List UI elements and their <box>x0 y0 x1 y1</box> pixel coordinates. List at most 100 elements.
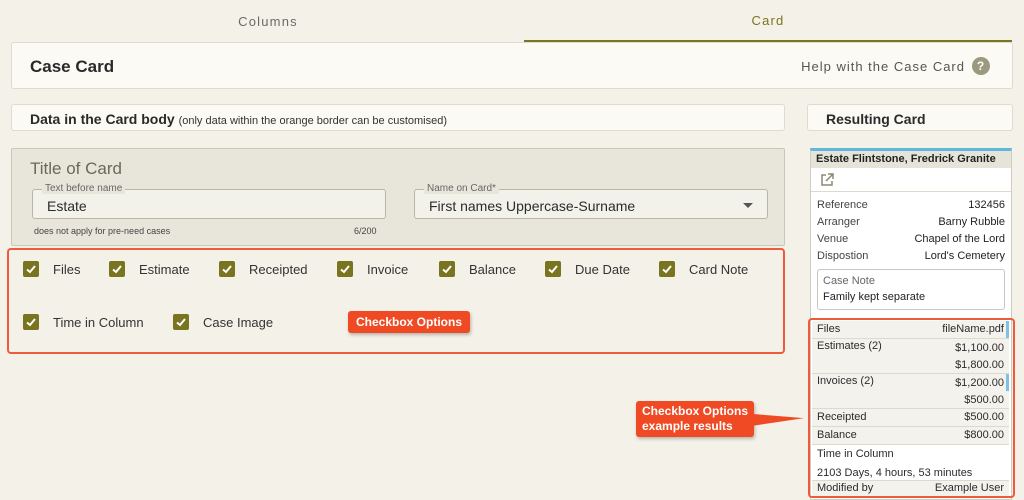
checkbox-case-image[interactable]: Case Image <box>173 314 273 330</box>
card-row: Reference 132456 <box>817 199 1005 211</box>
result-receipted: Receipted $500.00 <box>812 409 1009 426</box>
name-on-card-value: First names Uppercase-Surname <box>429 198 636 214</box>
result-card-title: Estate Flintstone, Fredrick Granite <box>811 151 1011 168</box>
checkbox-options-panel: Files Estimate Receipted Invoice Balance… <box>7 248 785 354</box>
chevron-down-icon[interactable] <box>743 203 753 208</box>
result-key: Invoices (2) <box>817 375 874 387</box>
help-link[interactable]: Help with the Case Card ? <box>801 57 990 75</box>
page-title: Case Card <box>30 57 115 76</box>
divider <box>811 191 1011 192</box>
checkbox-invoice[interactable]: Invoice <box>337 261 408 277</box>
callout-checkbox-options: Checkbox Options <box>348 311 470 333</box>
tab-columns[interactable]: Columns <box>12 0 524 42</box>
title-of-card-panel: Title of Card Text before name Estate Na… <box>11 148 785 246</box>
checkbox-checked-icon[interactable] <box>109 261 125 277</box>
tab-bar: Columns Card <box>0 0 1024 42</box>
scroll-indicator <box>1006 321 1009 338</box>
checkbox-label: Card Note <box>689 261 749 277</box>
result-value: Example User <box>934 482 1004 494</box>
checkbox-label: Receipted <box>249 261 308 277</box>
checkbox-receipted[interactable]: Receipted <box>219 261 308 277</box>
result-key: Balance <box>817 429 857 441</box>
checkbox-label: Estimate <box>139 261 190 277</box>
case-card-header: Case Card Help with the Case Card ? <box>11 42 1013 89</box>
scroll-indicator <box>1006 374 1009 391</box>
checkbox-checked-icon[interactable] <box>219 261 235 277</box>
result-estimates: Estimates (2) $1,100.00 $1,800.00 <box>812 339 1009 373</box>
char-counter: 6/200 <box>354 226 377 236</box>
row-key: Reference <box>817 199 868 211</box>
card-row: Venue Chapel of the Lord <box>817 233 1005 245</box>
result-value: $1,200.00 <box>955 377 1004 389</box>
row-key: Dispostion <box>817 250 869 262</box>
result-invoices: Invoices (2) $1,200.00 $500.00 <box>812 374 1009 408</box>
checkbox-checked-icon[interactable] <box>439 261 455 277</box>
result-key: Time in Column <box>817 448 894 460</box>
checkbox-due-date[interactable]: Due Date <box>545 261 630 277</box>
checkbox-label: Balance <box>469 261 516 277</box>
callout-line: Checkbox Options <box>642 404 749 418</box>
row-key: Arranger <box>817 216 860 228</box>
text-before-name-value: Estate <box>47 198 87 214</box>
result-value: fileName.pdf <box>942 323 1004 335</box>
checkbox-label: Time in Column <box>53 314 144 330</box>
result-value: $1,100.00 <box>955 342 1004 354</box>
checkbox-checked-icon[interactable] <box>173 314 189 330</box>
case-note-label: Case Note <box>823 275 875 287</box>
divider <box>812 444 1009 445</box>
result-value: $1,800.00 <box>955 359 1004 371</box>
result-files: Files fileName.pdf <box>812 321 1009 338</box>
name-on-card-label: Name on Card* <box>424 183 499 194</box>
checkbox-balance[interactable]: Balance <box>439 261 516 277</box>
name-on-card-select[interactable]: Name on Card* First names Uppercase-Surn… <box>414 183 768 219</box>
question-circle-icon[interactable]: ? <box>972 57 990 75</box>
checkbox-checked-icon[interactable] <box>23 261 39 277</box>
checkbox-label: Due Date <box>575 261 630 277</box>
card-row: Dispostion Lord's Cemetery <box>817 250 1005 262</box>
data-section-title: Data in the Card body <box>30 111 175 127</box>
checkbox-label: Case Image <box>203 314 274 330</box>
result-key: Files <box>817 323 841 335</box>
checkbox-label: Invoice <box>367 261 409 277</box>
row-value: Chapel of the Lord <box>914 233 1005 245</box>
card-row: Arranger Barny Rubble <box>817 216 1005 228</box>
data-section-subtitle: (only data within the orange border can … <box>178 115 448 127</box>
result-key: Estimates (2) <box>817 340 882 352</box>
row-value: Lord's Cemetery <box>924 250 1005 262</box>
callout-line: example results <box>642 419 733 433</box>
callout-arrow-icon <box>752 412 804 426</box>
checkbox-checked-icon[interactable] <box>545 261 561 277</box>
external-link-icon[interactable] <box>819 172 835 188</box>
result-key: Modified by <box>817 482 874 494</box>
checkbox-files[interactable]: Files <box>23 261 80 277</box>
example-results-panel: Files fileName.pdf Estimates (2) $1,100.… <box>808 318 1015 498</box>
checkbox-label: Files <box>53 261 81 277</box>
checkbox-checked-icon[interactable] <box>659 261 675 277</box>
result-value: $500.00 <box>964 394 1004 406</box>
help-label: Help with the Case Card <box>801 58 965 74</box>
result-modified-by: Modified by Example User <box>812 481 1009 496</box>
row-value: 132456 <box>968 199 1005 211</box>
result-time-in-column: Time in Column <box>812 446 1009 463</box>
data-section-header: Data in the Card body (only data within … <box>11 104 785 131</box>
checkbox-card-note[interactable]: Card Note <box>659 261 748 277</box>
checkbox-checked-icon[interactable] <box>23 314 39 330</box>
row-value: Barny Rubble <box>938 216 1005 228</box>
text-before-name-field[interactable]: Text before name Estate <box>32 183 386 219</box>
checkbox-time-in-column[interactable]: Time in Column <box>23 314 144 330</box>
checkbox-checked-icon[interactable] <box>337 261 353 277</box>
tab-card[interactable]: Card <box>524 0 1012 42</box>
callout-example-results: Checkbox Options example results <box>636 401 754 437</box>
title-of-card-heading: Title of Card <box>30 159 122 178</box>
result-section-title: Resulting Card <box>826 111 926 127</box>
result-value: $800.00 <box>964 429 1004 441</box>
result-key: Receipted <box>817 411 867 423</box>
result-value: $500.00 <box>964 411 1004 423</box>
case-note-value: Family kept separate <box>823 291 926 303</box>
result-balance: Balance $800.00 <box>812 427 1009 444</box>
text-before-name-label: Text before name <box>42 183 126 194</box>
case-note: Case Note Family kept separate <box>817 269 1005 310</box>
row-key: Venue <box>817 233 849 245</box>
field-hint: does not apply for pre-need cases <box>34 226 171 236</box>
checkbox-estimate[interactable]: Estimate <box>109 261 190 277</box>
